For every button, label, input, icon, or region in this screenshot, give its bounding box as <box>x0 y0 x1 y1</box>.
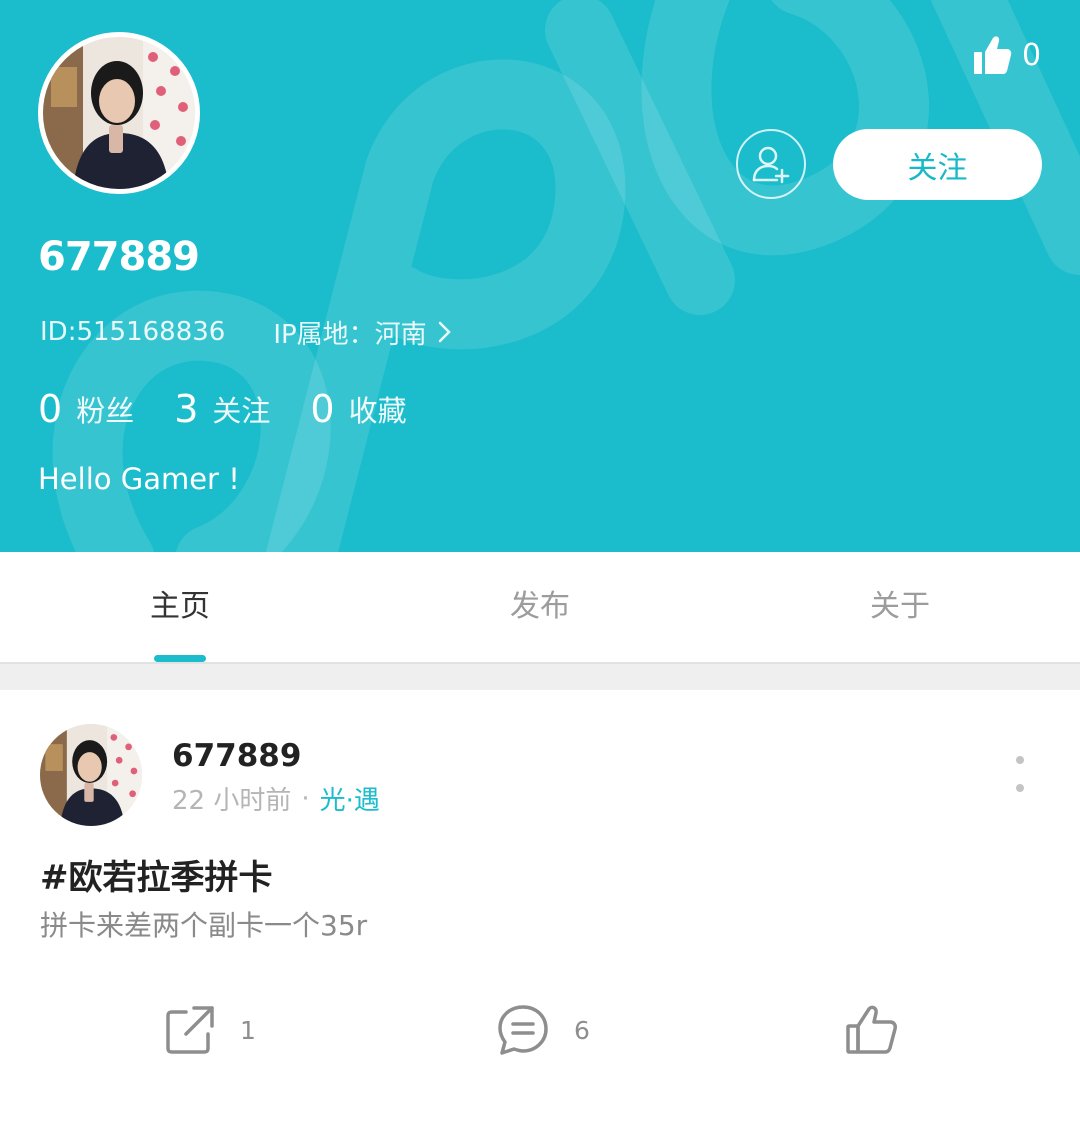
profile-stats: 0 粉丝 3 关注 0 收藏 <box>38 384 447 434</box>
stat-label: 粉丝 <box>76 394 135 428</box>
profile-id: ID:515168836 <box>40 317 226 347</box>
comment-button[interactable]: 6 <box>496 1000 590 1060</box>
stat-number: 0 <box>310 387 335 431</box>
share-count: 1 <box>240 1015 256 1045</box>
avatar-photo <box>40 724 142 826</box>
post-card[interactable]: 677889 22 小时前 · 光·遇 #欧若拉季拼卡 拼卡来差两个副卡一个35… <box>0 690 1080 1147</box>
avatar-photo <box>43 37 195 189</box>
meta-separator: · <box>301 783 310 814</box>
profile-bio: Hello Gamer ! <box>38 462 240 496</box>
stat-number: 3 <box>174 387 199 431</box>
share-icon <box>166 1006 214 1054</box>
post-more-button[interactable] <box>1008 756 1032 792</box>
profile-tabs: 主页 发布 关于 <box>0 552 1080 664</box>
post-body[interactable]: 拼卡来差两个副卡一个35r <box>40 904 367 944</box>
more-icon-dot <box>1016 784 1024 792</box>
profile-header: 0 关注 677889 ID:515168836 IP属地：河南 0 粉丝 3 … <box>0 0 1080 552</box>
stat-label: 关注 <box>212 394 271 428</box>
comment-icon <box>498 1005 548 1055</box>
profile-username: 677889 <box>38 234 200 280</box>
stat-label: 收藏 <box>348 394 407 428</box>
thumbs-up-icon <box>974 36 1012 74</box>
add-friend-button[interactable] <box>736 129 806 199</box>
active-tab-indicator <box>154 655 206 662</box>
comment-count: 6 <box>574 1015 590 1045</box>
stat-favorites[interactable]: 0 收藏 <box>310 387 406 431</box>
stat-fans[interactable]: 0 粉丝 <box>38 387 134 431</box>
profile-avatar[interactable] <box>38 32 200 194</box>
post-author-name[interactable]: 677889 <box>172 738 301 774</box>
add-friend-icon <box>752 146 790 184</box>
section-divider <box>0 664 1080 690</box>
post-meta: 22 小时前 · 光·遇 <box>172 780 380 817</box>
profile-like-total[interactable]: 0 <box>972 30 1041 80</box>
more-icon-dot <box>1016 756 1024 764</box>
post-author-avatar[interactable] <box>40 724 142 826</box>
stat-number: 0 <box>38 387 63 431</box>
chevron-right-icon <box>438 321 451 343</box>
like-button[interactable] <box>845 1000 923 1060</box>
like-total-count: 0 <box>1022 37 1042 73</box>
ip-location-link[interactable]: IP属地：河南 <box>273 314 454 351</box>
tab-about[interactable]: 关于 <box>720 552 1080 662</box>
share-button[interactable]: 1 <box>164 1000 256 1060</box>
like-outline-icon <box>846 1005 897 1054</box>
stat-following[interactable]: 3 关注 <box>174 387 270 431</box>
ip-location-text: IP属地：河南 <box>273 319 427 350</box>
post-title[interactable]: #欧若拉季拼卡 <box>40 850 273 899</box>
post-time: 22 小时前 <box>172 786 292 816</box>
profile-meta: ID:515168836 IP属地：河南 <box>40 314 455 350</box>
tab-posts[interactable]: 发布 <box>360 552 720 662</box>
follow-button[interactable]: 关注 <box>833 129 1042 200</box>
post-game-tag[interactable]: 光·遇 <box>320 780 380 817</box>
tab-home[interactable]: 主页 <box>0 552 360 662</box>
